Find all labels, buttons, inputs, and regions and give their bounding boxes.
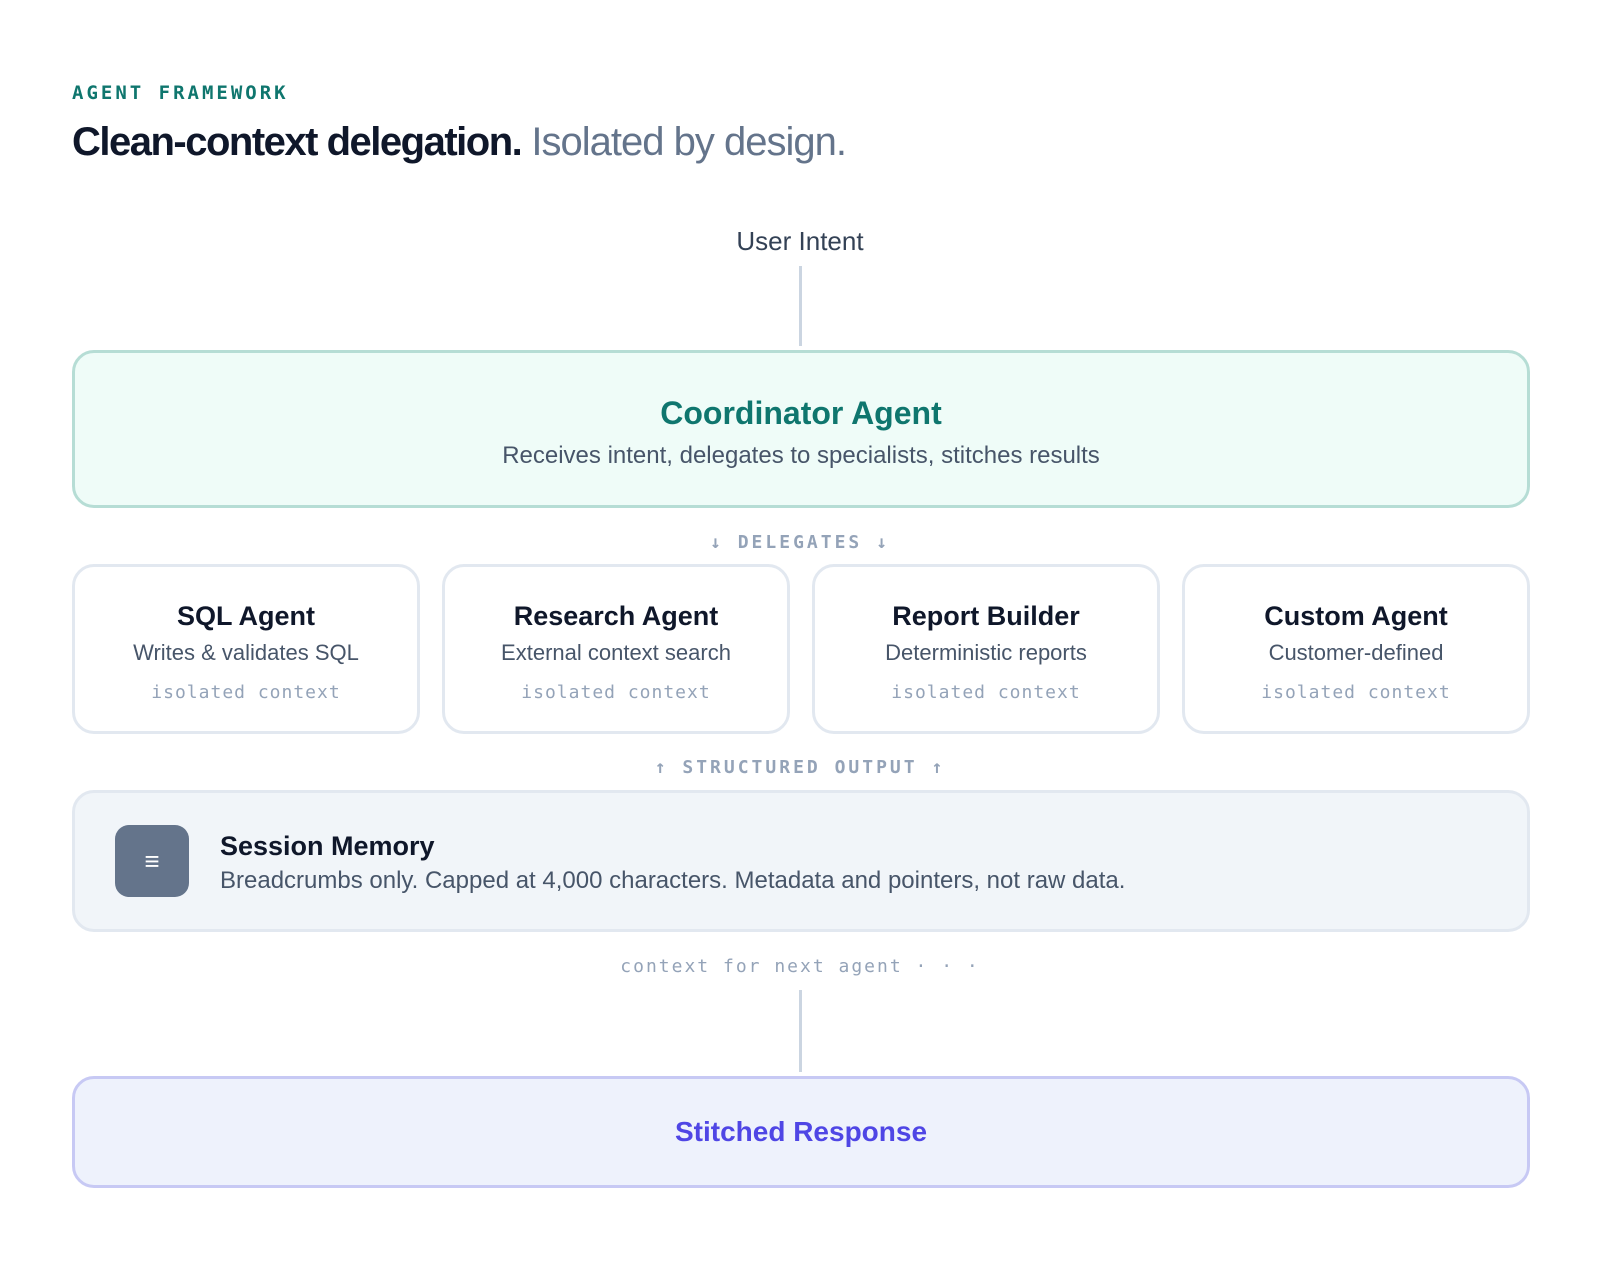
- menu-lines-icon: ≡: [115, 825, 189, 897]
- agent-name: SQL Agent: [176, 601, 315, 631]
- session-memory-description: Breadcrumbs only. Capped at 4,000 charac…: [220, 867, 1126, 894]
- agent-context-tag: isolated context: [891, 682, 1081, 703]
- agent-context-tag: isolated context: [151, 682, 341, 703]
- agent-description: Customer-defined: [1268, 640, 1444, 665]
- agent-name: Research Agent: [513, 601, 719, 631]
- agent-context-tag: isolated context: [521, 682, 711, 703]
- connector-line-intent: [799, 266, 802, 346]
- headline-strong: Clean-context delegation.: [72, 120, 523, 164]
- connector-line-stitched: [799, 990, 802, 1072]
- agent-context-tag: isolated context: [1261, 682, 1451, 703]
- agent-description: Deterministic reports: [885, 640, 1087, 665]
- stitched-response-box: Stitched Response: [72, 1076, 1530, 1188]
- coordinator-subtitle: Receives intent, delegates to specialist…: [502, 442, 1100, 469]
- session-memory-box: ≡ Session Memory Breadcrumbs only. Cappe…: [72, 790, 1530, 932]
- agent-description: Writes & validates SQL: [133, 640, 359, 665]
- next-agent-label: context for next agent · · ·: [620, 956, 980, 977]
- headline-soft: Isolated by design.: [531, 120, 847, 164]
- coordinator-agent-box: Coordinator Agent Receives intent, deleg…: [72, 350, 1530, 508]
- session-memory-title: Session Memory: [220, 831, 435, 861]
- delegates-label: ↓ DELEGATES ↓: [710, 532, 890, 553]
- agent-card-sql: SQL Agent Writes & validates SQL isolate…: [72, 564, 420, 734]
- agent-card-research: Research Agent External context search i…: [442, 564, 790, 734]
- agent-name: Report Builder: [892, 601, 1080, 631]
- stitched-response-label: Stitched Response: [674, 1116, 928, 1147]
- agent-description: External context search: [501, 640, 731, 665]
- eyebrow-label: AGENT FRAMEWORK: [72, 82, 289, 104]
- agent-card-report-builder: Report Builder Deterministic reports iso…: [812, 564, 1160, 734]
- user-intent-label: User Intent: [736, 226, 864, 256]
- agent-card-custom: Custom Agent Customer-defined isolated c…: [1182, 564, 1530, 734]
- coordinator-title: Coordinator Agent: [660, 395, 942, 431]
- page-headline: Clean-context delegation. Isolated by de…: [72, 120, 847, 165]
- specialist-agents-row: SQL Agent Writes & validates SQL isolate…: [72, 564, 1530, 734]
- structured-output-label: ↑ STRUCTURED OUTPUT ↑: [654, 757, 946, 778]
- agent-name: Custom Agent: [1264, 601, 1448, 631]
